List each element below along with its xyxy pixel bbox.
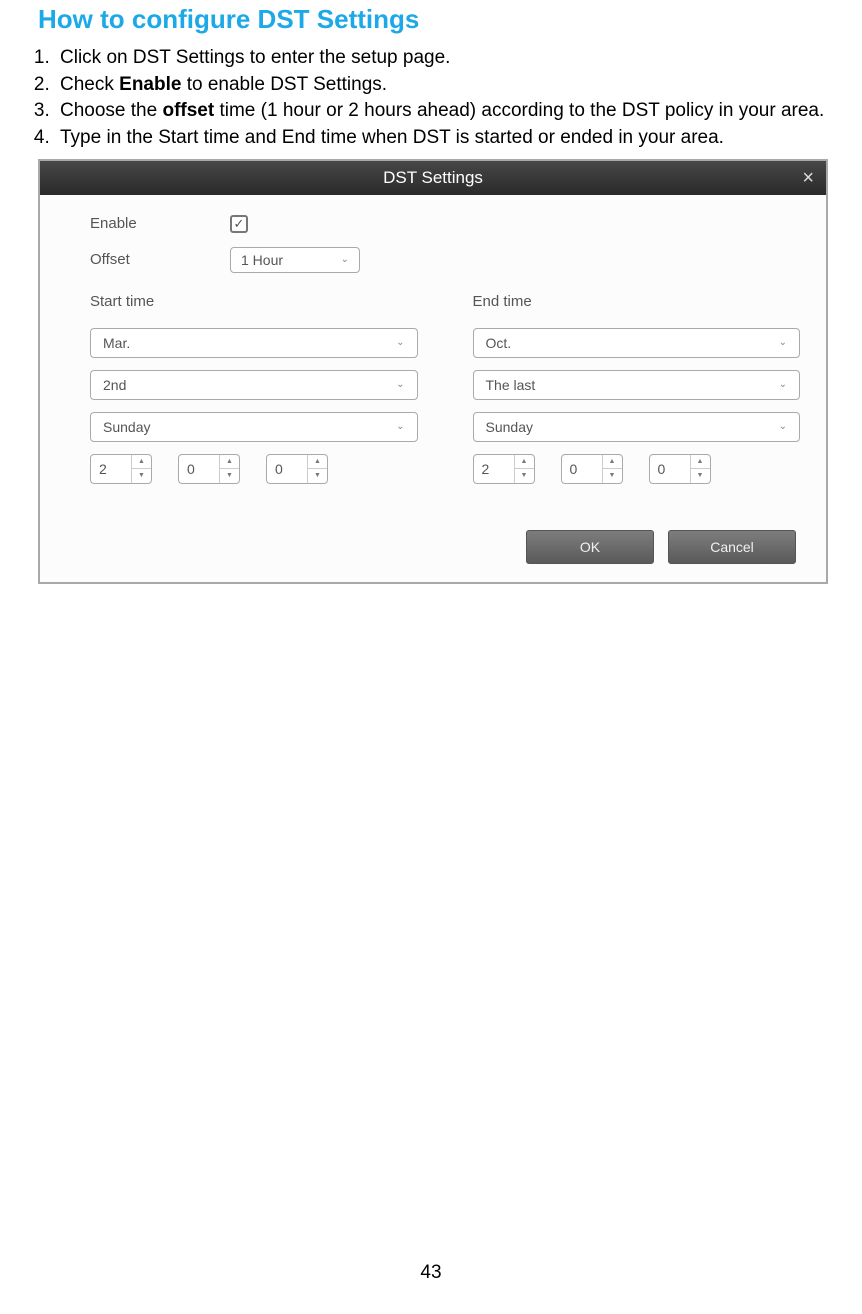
select-value: Mar. bbox=[103, 335, 130, 351]
arrow-up-icon[interactable]: ▲ bbox=[515, 455, 534, 470]
step-bold: Enable bbox=[119, 74, 181, 95]
end-month-select[interactable]: Oct. ⌄ bbox=[473, 328, 801, 358]
select-value: 2nd bbox=[103, 377, 126, 393]
end-week-select[interactable]: The last ⌄ bbox=[473, 370, 801, 400]
dialog-titlebar: DST Settings × bbox=[40, 161, 826, 195]
chevron-down-icon: ⌄ bbox=[396, 379, 404, 390]
chevron-down-icon: ⌄ bbox=[396, 337, 404, 348]
spinner-arrows[interactable]: ▲▼ bbox=[514, 455, 534, 483]
arrow-down-icon[interactable]: ▼ bbox=[132, 469, 151, 483]
arrow-up-icon[interactable]: ▲ bbox=[691, 455, 710, 470]
spinner-value: 0 bbox=[179, 461, 219, 477]
dialog-buttons: OK Cancel bbox=[90, 530, 800, 564]
chevron-down-icon: ⌄ bbox=[341, 254, 349, 265]
spinner-value: 0 bbox=[562, 461, 602, 477]
start-month-select[interactable]: Mar. ⌄ bbox=[90, 328, 418, 358]
select-value: Oct. bbox=[486, 335, 512, 351]
select-value: Sunday bbox=[486, 419, 533, 435]
step-list: Click on DST Settings to enter the setup… bbox=[20, 45, 842, 151]
select-value: The last bbox=[486, 377, 536, 393]
spinner-arrows[interactable]: ▲▼ bbox=[131, 455, 151, 483]
arrow-down-icon[interactable]: ▼ bbox=[603, 469, 622, 483]
page-title: How to configure DST Settings bbox=[38, 4, 842, 35]
arrow-down-icon[interactable]: ▼ bbox=[515, 469, 534, 483]
step-text: Choose the bbox=[60, 100, 162, 121]
spinner-arrows[interactable]: ▲▼ bbox=[602, 455, 622, 483]
end-hour-spinner[interactable]: 2▲▼ bbox=[473, 454, 535, 484]
arrow-up-icon[interactable]: ▲ bbox=[603, 455, 622, 470]
spinner-arrows[interactable]: ▲▼ bbox=[690, 455, 710, 483]
step-bold: offset bbox=[162, 100, 214, 121]
step-item: Click on DST Settings to enter the setup… bbox=[55, 45, 842, 71]
page-number: 43 bbox=[0, 1262, 862, 1284]
enable-row: Enable ✓ bbox=[90, 215, 800, 233]
spinner-value: 2 bbox=[91, 461, 131, 477]
chevron-down-icon: ⌄ bbox=[779, 421, 787, 432]
step-text: time (1 hour or 2 hours ahead) according… bbox=[214, 100, 824, 121]
end-min-spinner[interactable]: 0▲▼ bbox=[561, 454, 623, 484]
step-text: Click on DST Settings to enter the setup… bbox=[60, 47, 450, 68]
dialog-body: Enable ✓ Offset 1 Hour ⌄ Start time Mar.… bbox=[40, 195, 826, 582]
end-time-label: End time bbox=[473, 293, 801, 310]
dialog-title: DST Settings bbox=[383, 168, 483, 188]
chevron-down-icon: ⌄ bbox=[779, 337, 787, 348]
step-text: to enable DST Settings. bbox=[181, 74, 387, 95]
ok-button[interactable]: OK bbox=[526, 530, 654, 564]
spinner-arrows[interactable]: ▲▼ bbox=[307, 455, 327, 483]
step-text: Check bbox=[60, 74, 119, 95]
spinner-arrows[interactable]: ▲▼ bbox=[219, 455, 239, 483]
chevron-down-icon: ⌄ bbox=[396, 421, 404, 432]
close-icon[interactable]: × bbox=[802, 167, 814, 190]
time-columns: Start time Mar.⌄ 2nd⌄ Sunday⌄ 2▲▼ 0▲▼ 0▲… bbox=[90, 287, 800, 484]
start-hour-spinner[interactable]: 2▲▼ bbox=[90, 454, 152, 484]
end-spinners: 2▲▼ 0▲▼ 0▲▼ bbox=[473, 454, 801, 484]
offset-row: Offset 1 Hour ⌄ bbox=[90, 247, 800, 273]
screenshot-dialog: DST Settings × Enable ✓ Offset 1 Hour ⌄ … bbox=[38, 159, 828, 584]
step-item: Check Enable to enable DST Settings. bbox=[55, 72, 842, 98]
step-item: Type in the Start time and End time when… bbox=[55, 125, 842, 151]
cancel-button[interactable]: Cancel bbox=[668, 530, 796, 564]
arrow-down-icon[interactable]: ▼ bbox=[308, 469, 327, 483]
end-column: End time Oct.⌄ The last⌄ Sunday⌄ 2▲▼ 0▲▼… bbox=[473, 287, 801, 484]
step-item: Choose the offset time (1 hour or 2 hour… bbox=[55, 98, 842, 124]
start-time-label: Start time bbox=[90, 293, 418, 310]
spinner-value: 0 bbox=[650, 461, 690, 477]
end-sec-spinner[interactable]: 0▲▼ bbox=[649, 454, 711, 484]
arrow-down-icon[interactable]: ▼ bbox=[691, 469, 710, 483]
start-week-select[interactable]: 2nd ⌄ bbox=[90, 370, 418, 400]
offset-label: Offset bbox=[90, 251, 230, 268]
enable-label: Enable bbox=[90, 215, 230, 232]
start-spinners: 2▲▼ 0▲▼ 0▲▼ bbox=[90, 454, 418, 484]
end-day-select[interactable]: Sunday ⌄ bbox=[473, 412, 801, 442]
offset-select[interactable]: 1 Hour ⌄ bbox=[230, 247, 360, 273]
spinner-value: 2 bbox=[474, 461, 514, 477]
arrow-up-icon[interactable]: ▲ bbox=[308, 455, 327, 470]
step-text: Type in the Start time and End time when… bbox=[60, 127, 724, 148]
arrow-up-icon[interactable]: ▲ bbox=[132, 455, 151, 470]
enable-checkbox[interactable]: ✓ bbox=[230, 215, 248, 233]
start-min-spinner[interactable]: 0▲▼ bbox=[178, 454, 240, 484]
arrow-down-icon[interactable]: ▼ bbox=[220, 469, 239, 483]
offset-value: 1 Hour bbox=[241, 252, 283, 268]
start-day-select[interactable]: Sunday ⌄ bbox=[90, 412, 418, 442]
chevron-down-icon: ⌄ bbox=[779, 379, 787, 390]
start-column: Start time Mar.⌄ 2nd⌄ Sunday⌄ 2▲▼ 0▲▼ 0▲… bbox=[90, 287, 418, 484]
spinner-value: 0 bbox=[267, 461, 307, 477]
arrow-up-icon[interactable]: ▲ bbox=[220, 455, 239, 470]
start-sec-spinner[interactable]: 0▲▼ bbox=[266, 454, 328, 484]
select-value: Sunday bbox=[103, 419, 150, 435]
